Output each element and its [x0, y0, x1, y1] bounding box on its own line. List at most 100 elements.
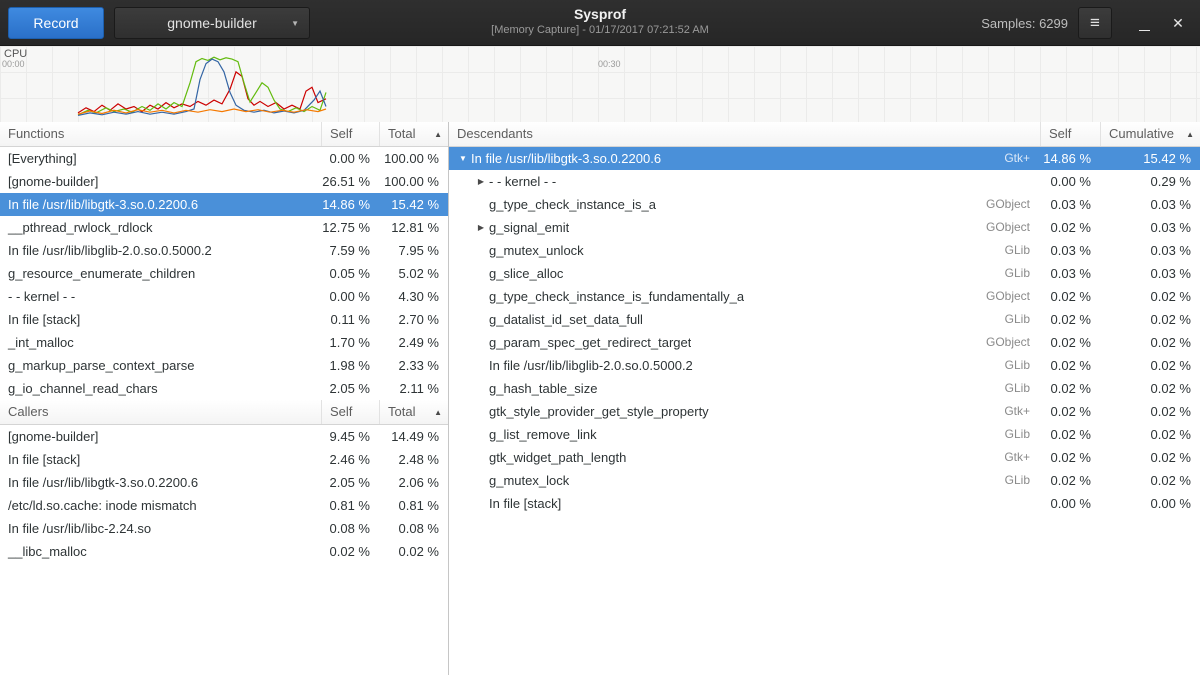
column-header-self[interactable]: Self	[1040, 122, 1100, 146]
table-row[interactable]: In file /usr/lib/libglib-2.0.so.0.5000.2…	[0, 239, 448, 262]
table-row[interactable]: - - kernel - -0.00 %4.30 %	[0, 285, 448, 308]
tree-row[interactable]: g_slice_allocGLib0.03 %0.03 %	[449, 262, 1200, 285]
table-row[interactable]: In file [stack]0.11 %2.70 %	[0, 308, 448, 331]
row-self-value: 1.98 %	[321, 354, 379, 377]
tree-row[interactable]: g_type_check_instance_is_aGObject0.03 %0…	[449, 193, 1200, 216]
minimize-button[interactable]	[1130, 9, 1158, 37]
tree-row[interactable]: In file [stack]0.00 %0.00 %	[449, 492, 1200, 515]
row-function-name: - - kernel - -	[489, 170, 556, 193]
row-self-value: 14.86 %	[1040, 147, 1100, 170]
row-self-value: 0.00 %	[321, 285, 379, 308]
row-self-value: 2.46 %	[321, 448, 379, 471]
column-header-functions[interactable]: Functions	[0, 122, 321, 146]
row-total-value: 2.70 %	[379, 308, 448, 331]
record-button[interactable]: Record	[8, 7, 104, 39]
row-self-value: 0.02 %	[1040, 400, 1100, 423]
table-row[interactable]: [gnome-builder]26.51 %100.00 %	[0, 170, 448, 193]
tree-row[interactable]: ▶g_signal_emitGObject0.02 %0.03 %	[449, 216, 1200, 239]
functions-table-body: [Everything]0.00 %100.00 %[gnome-builder…	[0, 147, 448, 400]
row-category-label: Gtk+	[1004, 446, 1040, 469]
row-self-value: 0.00 %	[1040, 170, 1100, 193]
table-row[interactable]: In file /usr/lib/libc-2.24.so0.08 %0.08 …	[0, 517, 448, 540]
row-self-value: 0.02 %	[1040, 285, 1100, 308]
row-function-name: __libc_malloc	[0, 540, 321, 563]
table-row[interactable]: In file /usr/lib/libgtk-3.so.0.2200.614.…	[0, 193, 448, 216]
row-function-name: [gnome-builder]	[0, 170, 321, 193]
column-header-descendants[interactable]: Descendants	[449, 122, 1040, 146]
expander-collapsed-icon[interactable]: ▶	[473, 216, 489, 239]
row-function-name: [Everything]	[0, 147, 321, 170]
tree-row[interactable]: ▶- - kernel - -0.00 %0.29 %	[449, 170, 1200, 193]
tree-row[interactable]: gtk_style_provider_get_style_propertyGtk…	[449, 400, 1200, 423]
column-header-cumulative[interactable]: Cumulative ▲	[1100, 122, 1200, 146]
row-self-value: 0.02 %	[1040, 308, 1100, 331]
row-function-name: In file /usr/lib/libglib-2.0.so.0.5000.2	[489, 354, 693, 377]
tree-row[interactable]: g_mutex_lockGLib0.02 %0.02 %	[449, 469, 1200, 492]
cpu-usage-graph[interactable]: CPU 00:00 00:30	[0, 46, 1200, 122]
tree-row[interactable]: g_datalist_id_set_data_fullGLib0.02 %0.0…	[449, 308, 1200, 331]
time-tick-mid: 00:30	[598, 59, 621, 69]
minimize-icon	[1139, 30, 1150, 31]
column-header-callers[interactable]: Callers	[0, 400, 321, 424]
tree-row[interactable]: gtk_widget_path_lengthGtk+0.02 %0.02 %	[449, 446, 1200, 469]
row-total-value: 2.49 %	[379, 331, 448, 354]
table-row[interactable]: _int_malloc1.70 %2.49 %	[0, 331, 448, 354]
table-row[interactable]: /etc/ld.so.cache: inode mismatch0.81 %0.…	[0, 494, 448, 517]
tree-row[interactable]: g_hash_table_sizeGLib0.02 %0.02 %	[449, 377, 1200, 400]
row-self-value: 0.03 %	[1040, 193, 1100, 216]
row-function-name: In file /usr/lib/libgtk-3.so.0.2200.6	[0, 193, 321, 216]
tree-row-name-cell: In file [stack]	[449, 492, 1040, 515]
row-self-value: 2.05 %	[321, 377, 379, 400]
table-row[interactable]: In file /usr/lib/libgtk-3.so.0.2200.62.0…	[0, 471, 448, 494]
tree-row[interactable]: g_mutex_unlockGLib0.03 %0.03 %	[449, 239, 1200, 262]
row-cumulative-value: 0.02 %	[1100, 377, 1200, 400]
tree-row[interactable]: g_param_spec_get_redirect_targetGObject0…	[449, 331, 1200, 354]
row-self-value: 0.02 %	[1040, 446, 1100, 469]
row-function-name: In file /usr/lib/libgtk-3.so.0.2200.6	[471, 147, 661, 170]
row-self-value: 12.75 %	[321, 216, 379, 239]
tree-row-name-cell: In file /usr/lib/libglib-2.0.so.0.5000.2…	[449, 354, 1040, 377]
tree-row-name-cell: g_type_check_instance_is_aGObject	[449, 193, 1040, 216]
left-pane: Functions Self Total ▲ [Everything]0.00 …	[0, 122, 449, 675]
row-self-value: 0.00 %	[1040, 492, 1100, 515]
table-row[interactable]: g_io_channel_read_chars2.05 %2.11 %	[0, 377, 448, 400]
menu-button[interactable]: ≡	[1078, 7, 1112, 39]
row-self-value: 2.05 %	[321, 471, 379, 494]
tree-row[interactable]: g_type_check_instance_is_fundamentally_a…	[449, 285, 1200, 308]
tree-row[interactable]: ▼In file /usr/lib/libgtk-3.so.0.2200.6Gt…	[449, 147, 1200, 170]
column-header-self[interactable]: Self	[321, 400, 379, 424]
row-self-value: 0.08 %	[321, 517, 379, 540]
table-row[interactable]: [Everything]0.00 %100.00 %	[0, 147, 448, 170]
row-self-value: 0.02 %	[1040, 216, 1100, 239]
table-row[interactable]: g_resource_enumerate_children0.05 %5.02 …	[0, 262, 448, 285]
row-function-name: _int_malloc	[0, 331, 321, 354]
row-function-name: g_param_spec_get_redirect_target	[489, 331, 691, 354]
cpu-graph-svg	[0, 46, 1200, 122]
column-header-self[interactable]: Self	[321, 122, 379, 146]
close-button[interactable]: ✕	[1164, 9, 1192, 37]
row-self-value: 0.02 %	[1040, 331, 1100, 354]
row-function-name: /etc/ld.so.cache: inode mismatch	[0, 494, 321, 517]
column-header-total[interactable]: Total ▲	[379, 400, 448, 424]
row-total-value: 0.08 %	[379, 517, 448, 540]
table-row[interactable]: g_markup_parse_context_parse1.98 %2.33 %	[0, 354, 448, 377]
column-header-total[interactable]: Total ▲	[379, 122, 448, 146]
process-selector-label: gnome-builder	[167, 15, 257, 31]
process-selector-dropdown[interactable]: gnome-builder ▼	[114, 7, 310, 39]
row-function-name: In file [stack]	[0, 308, 321, 331]
table-row[interactable]: __libc_malloc0.02 %0.02 %	[0, 540, 448, 563]
row-function-name: gtk_style_provider_get_style_property	[489, 400, 709, 423]
row-total-value: 0.81 %	[379, 494, 448, 517]
table-row[interactable]: In file [stack]2.46 %2.48 %	[0, 448, 448, 471]
tree-row[interactable]: In file /usr/lib/libglib-2.0.so.0.5000.2…	[449, 354, 1200, 377]
table-row[interactable]: [gnome-builder]9.45 %14.49 %	[0, 425, 448, 448]
row-self-value: 0.02 %	[1040, 423, 1100, 446]
row-cumulative-value: 0.02 %	[1100, 446, 1200, 469]
expander-collapsed-icon[interactable]: ▶	[473, 170, 489, 193]
tree-row[interactable]: g_list_remove_linkGLib0.02 %0.02 %	[449, 423, 1200, 446]
row-self-value: 0.00 %	[321, 147, 379, 170]
row-cumulative-value: 0.02 %	[1100, 308, 1200, 331]
table-row[interactable]: __pthread_rwlock_rdlock12.75 %12.81 %	[0, 216, 448, 239]
column-header-cumulative-label: Cumulative	[1109, 126, 1174, 141]
expander-expanded-icon[interactable]: ▼	[455, 147, 471, 170]
